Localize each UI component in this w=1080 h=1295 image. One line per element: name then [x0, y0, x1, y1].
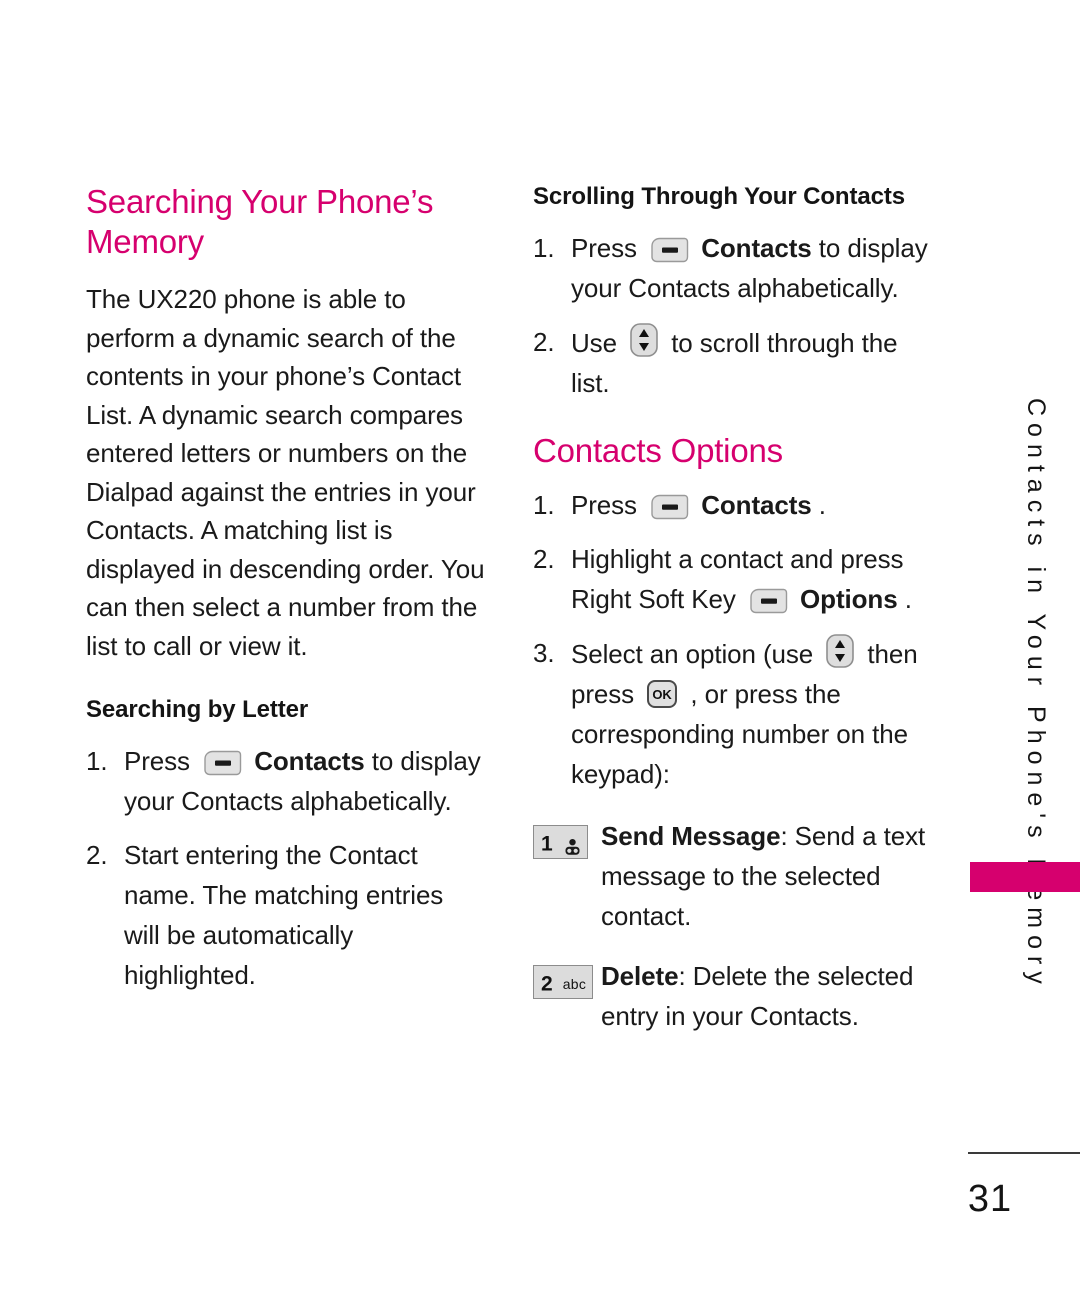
step-number: 2.: [533, 544, 555, 574]
step-number: 1.: [86, 746, 108, 776]
section-heading-contacts-options: Contacts Options: [533, 432, 783, 469]
nav-up-down-key-icon: [629, 322, 659, 358]
step-text-post: to scroll through the list.: [571, 328, 898, 398]
step-text-pre: Select an option (use: [571, 639, 814, 669]
section-heading-searching-by-letter: Searching by Letter: [86, 696, 309, 723]
intro-paragraph: The UX220 phone is able to perform a dyn…: [86, 284, 485, 661]
step-number: 1.: [533, 233, 555, 263]
list-item: 1 Send Message: Send a text message to t…: [533, 816, 933, 936]
section-heading-scrolling: Scrolling Through Your Contacts: [533, 183, 906, 210]
step-text-post: .: [904, 584, 912, 614]
list-item: 2. Start entering the Contact name. The …: [86, 835, 486, 995]
two-column-body: Searching Your Phone’s Memory The UX220 …: [0, 0, 1080, 1295]
left-column: Searching Your Phone’s Memory The UX220 …: [86, 182, 486, 1009]
ok-key-icon: OK: [646, 679, 678, 709]
page-title: Searching Your Phone’s Memory: [86, 183, 434, 260]
searching-by-letter-steps: 1. Press Contacts to display your Contac…: [86, 741, 486, 995]
step-number: 1.: [533, 490, 555, 520]
step-text-post: .: [818, 490, 826, 520]
manual-page: Searching Your Phone’s Memory The UX220 …: [0, 0, 1080, 1295]
voicemail-icon: [564, 835, 581, 855]
list-item: 2. Use to scroll through the list.: [533, 322, 933, 403]
step-text-bold: Options: [800, 584, 898, 614]
right-column: Scrolling Through Your Contacts 1. Press…: [533, 182, 933, 1056]
side-tab-marker: [970, 862, 1080, 892]
left-soft-key-icon: [649, 237, 689, 263]
list-item: 2 abc Delete: Delete the selected entry …: [533, 956, 933, 1036]
left-soft-key-icon: [202, 750, 242, 776]
step-text-bold: Contacts: [254, 746, 365, 776]
keypad-key-2: 2 abc: [533, 962, 594, 1002]
list-item: 1. Press Contacts to display your Contac…: [86, 741, 486, 821]
nav-up-down-key-icon: [825, 633, 855, 669]
keypad-key-1: 1: [533, 822, 588, 862]
right-soft-key-icon: [748, 588, 788, 614]
list-item: 1. Press Contacts .: [533, 485, 933, 525]
list-item: 3. Select an option (use then press OK ,…: [533, 633, 933, 794]
option-name: Delete: [601, 961, 679, 991]
step-text-pre: Press: [571, 490, 637, 520]
key-digit: 2: [541, 972, 553, 996]
step-text-pre: Start entering the Contact name. The mat…: [124, 840, 444, 990]
left-soft-key-icon: [649, 494, 689, 520]
key-digit: 1: [541, 832, 553, 856]
footer-divider: [968, 1152, 1080, 1154]
step-text-pre: Use: [571, 328, 617, 358]
page-number: 31: [967, 1178, 1013, 1220]
key-sublabel: abc: [562, 976, 587, 993]
step-number: 3.: [533, 638, 555, 668]
step-text-bold: Contacts: [701, 233, 812, 263]
side-tab-label: Contacts in Your Phone's Memory: [1022, 398, 1050, 991]
step-text-pre: Press: [124, 746, 190, 776]
list-item: 1. Press Contacts to display your Contac…: [533, 228, 933, 308]
contacts-options-steps: 1. Press Contacts . 2. Highlight a conta…: [533, 485, 933, 794]
options-key-list: 1 Send Message: Send a text message to t…: [533, 816, 933, 1036]
step-number: 2.: [533, 327, 555, 357]
svg-text:OK: OK: [653, 687, 673, 702]
scrolling-steps: 1. Press Contacts to display your Contac…: [533, 228, 933, 403]
step-number: 2.: [86, 840, 108, 870]
step-text-bold: Contacts: [701, 490, 812, 520]
step-text-pre: Press: [571, 233, 637, 263]
list-item: 2. Highlight a contact and press Right S…: [533, 539, 933, 619]
option-name: Send Message: [601, 821, 781, 851]
